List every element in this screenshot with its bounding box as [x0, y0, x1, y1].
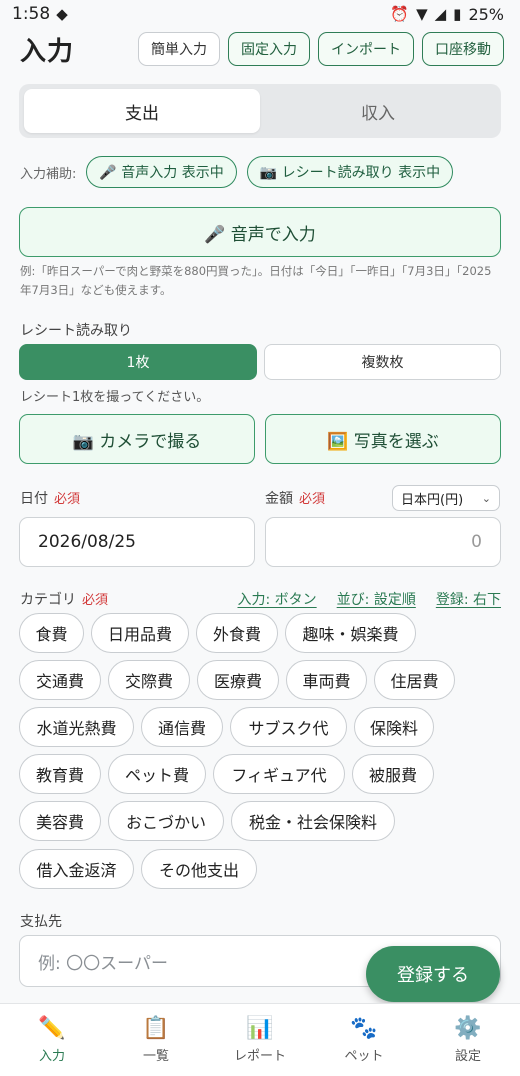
payee-label: 支払先 [20, 914, 62, 930]
category-chip[interactable]: 被服費 [352, 754, 434, 794]
category-chip[interactable]: 保険料 [354, 707, 434, 747]
category-chip[interactable]: 税金・社会保険料 [231, 801, 395, 841]
category-chip[interactable]: 借入金返済 [19, 849, 134, 889]
wifi-icon: ▼ [416, 4, 428, 23]
category-options: 入力: ボタン 並び: 設定順 登録: 右下 [237, 589, 501, 609]
input-assist-row: 入力補助: 🎤 音声入力 表示中 📷 レシート読み取り 表示中 [20, 156, 454, 188]
nav-list[interactable]: 📋 一覧 [104, 1004, 208, 1076]
battery-percent: 25% [468, 4, 504, 24]
page-title: 入力 [20, 36, 75, 67]
nav-label: ペット [344, 1048, 384, 1064]
date-label: 日付 必須 [20, 488, 80, 508]
category-chip[interactable]: ペット費 [108, 754, 206, 794]
clipboard-icon: 📋 [142, 1015, 170, 1041]
nav-label: 一覧 [142, 1048, 169, 1064]
category-chip[interactable]: 教育費 [19, 754, 101, 794]
page-header: 入力 簡単入力 固定入力 インポート 口座移動 [20, 30, 504, 68]
nav-pet[interactable]: 🐾 ペット [312, 1004, 416, 1076]
amount-label: 金額 必須 [265, 488, 325, 508]
category-chip[interactable]: 外食費 [196, 613, 278, 653]
dropbox-icon: ◆ [56, 4, 68, 23]
category-required: 必須 [82, 593, 109, 608]
import-button[interactable]: インポート [318, 32, 414, 66]
register-button[interactable]: 登録する [366, 946, 500, 1002]
category-chip[interactable]: 住居費 [374, 660, 455, 700]
battery-icon: ▮ [453, 4, 462, 23]
nav-label: レポート [233, 1048, 286, 1064]
category-chip[interactable]: その他支出 [141, 849, 257, 889]
status-bar: 1:58 ◆ ⏰ ▼ ◢ ▮ 25% [0, 0, 520, 28]
currency-select[interactable]: 日本円(円) ⌄ [392, 485, 500, 511]
amount-label-text: 金額 [265, 491, 293, 507]
status-time: 1:58 [12, 4, 51, 24]
date-label-text: 日付 [20, 491, 48, 507]
amount-field[interactable]: 0 [265, 517, 501, 567]
input-mode-link[interactable]: 入力: ボタン [237, 589, 316, 609]
receipt-section-label: レシート読み取り [20, 323, 132, 339]
receipt-hint: レシート1枚を撮ってください。 [20, 390, 210, 405]
chevron-down-icon: ⌄ [481, 491, 491, 505]
category-chip[interactable]: 交通費 [19, 660, 101, 700]
nav-report[interactable]: 📊 レポート [208, 1004, 312, 1076]
category-chip[interactable]: 食費 [19, 613, 84, 653]
category-chip[interactable]: おこづかい [108, 801, 224, 841]
input-assist-label: 入力補助: [20, 166, 77, 182]
camera-button[interactable]: 📷 カメラで撮る [19, 414, 255, 464]
date-field[interactable]: 2026/08/25 [19, 517, 255, 567]
choose-photo-button[interactable]: 🖼️ 写真を選ぶ [265, 414, 501, 464]
category-chip[interactable]: 日用品費 [91, 613, 189, 653]
tab-income[interactable]: 収入 [260, 89, 496, 133]
fixed-input-button[interactable]: 固定入力 [228, 32, 310, 66]
voice-input-button[interactable]: 🎤 音声で入力 [19, 207, 501, 257]
simple-input-button[interactable]: 簡単入力 [138, 32, 220, 66]
currency-value: 日本円(円) [401, 492, 464, 508]
paw-icon: 🐾 [350, 1015, 378, 1041]
category-chip[interactable]: サブスク代 [230, 707, 347, 747]
pencil-icon: ✏️ [38, 1015, 66, 1041]
category-chip[interactable]: フィギュア代 [213, 754, 345, 794]
category-chip[interactable]: 医療費 [197, 660, 279, 700]
category-chip[interactable]: 水道光熱費 [19, 707, 134, 747]
signal-icon: ◢ [434, 4, 447, 23]
category-chip[interactable]: 美容費 [19, 801, 101, 841]
sort-order-link[interactable]: 並び: 設定順 [337, 589, 416, 609]
type-segmented-control: 支出 収入 [19, 84, 501, 138]
category-chip[interactable]: 車両費 [286, 660, 367, 700]
tab-expense[interactable]: 支出 [24, 89, 260, 133]
voice-input-hint: 例:「昨日スーパーで肉と野菜を880円買った」。日付は「今日」「一昨日」「7月3… [20, 264, 492, 297]
chart-icon: 📊 [246, 1015, 274, 1041]
date-required: 必須 [54, 492, 81, 507]
receipt-mode-single[interactable]: 1枚 [19, 344, 257, 380]
category-chip[interactable]: 通信費 [141, 707, 223, 747]
account-transfer-button[interactable]: 口座移動 [422, 32, 504, 66]
alarm-icon: ⏰ [390, 4, 410, 23]
register-position-link[interactable]: 登録: 右下 [436, 589, 501, 609]
category-chip[interactable]: 交際費 [108, 660, 190, 700]
category-label: カテゴリ 必須 [20, 589, 108, 609]
nav-label: 入力 [38, 1048, 65, 1064]
amount-required: 必須 [299, 492, 326, 507]
nav-settings[interactable]: ⚙️ 設定 [416, 1004, 520, 1076]
bottom-navigation: ✏️ 入力 📋 一覧 📊 レポート 🐾 ペット ⚙️ 設定 [0, 1003, 520, 1076]
category-chip[interactable]: 趣味・娯楽費 [285, 613, 416, 653]
nav-input[interactable]: ✏️ 入力 [0, 1004, 104, 1076]
gear-icon: ⚙️ [454, 1015, 482, 1041]
category-label-text: カテゴリ [20, 592, 76, 608]
receipt-mode-multiple[interactable]: 複数枚 [264, 344, 501, 380]
receipt-reader-toggle[interactable]: 📷 レシート読み取り 表示中 [246, 156, 454, 188]
voice-input-toggle[interactable]: 🎤 音声入力 表示中 [86, 156, 237, 188]
nav-label: 設定 [454, 1048, 481, 1064]
